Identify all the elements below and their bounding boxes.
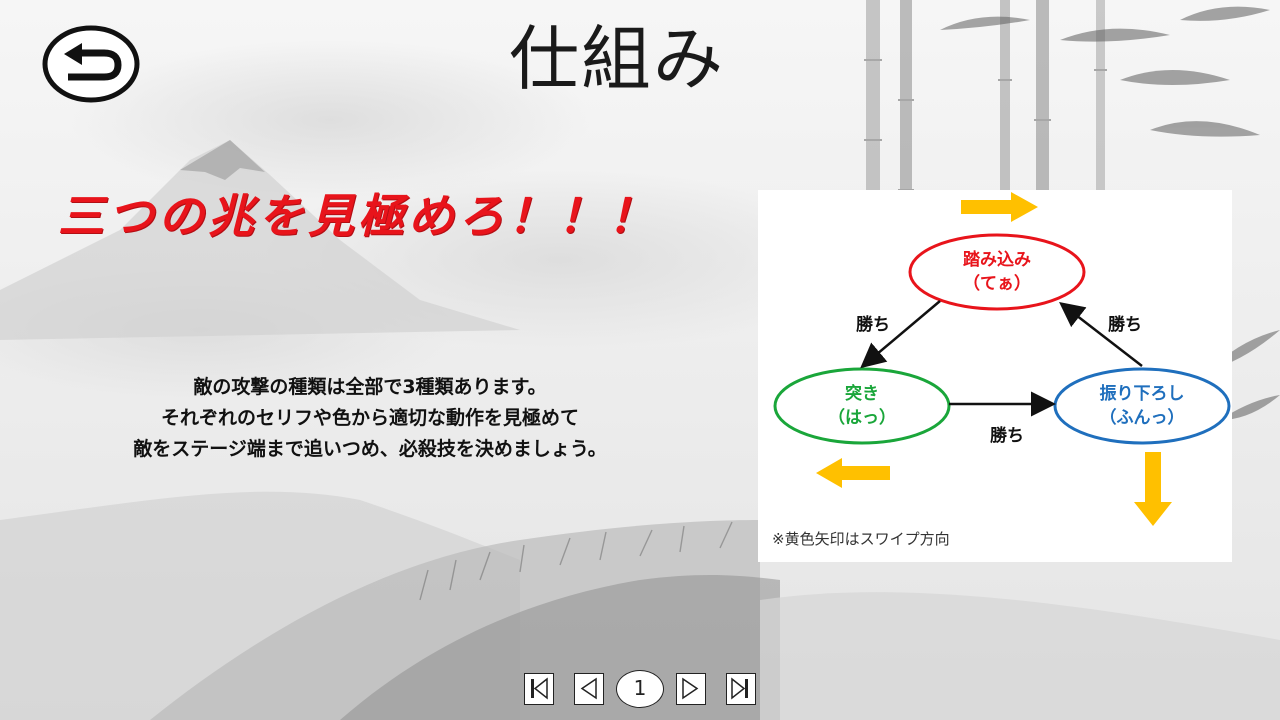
slide-navigation: 1 [522,670,762,712]
swipe-arrow-right [961,192,1038,222]
description-line: それぞれのセリフや色から適切な動作を見極めて [160,407,579,429]
next-slide-button[interactable] [676,673,706,705]
previous-slide-button[interactable] [574,673,604,705]
page-number-indicator: 1 [616,670,664,708]
swipe-arrow-down [1134,452,1172,526]
node-right-label: 振り下ろし （ふんっ） [1099,384,1185,428]
edge-label-top-left: 勝ち [856,315,890,335]
edge-label-bottom: 勝ち [990,426,1024,446]
last-slide-button[interactable] [726,673,756,705]
skip-last-icon [731,677,748,700]
first-slide-button[interactable] [524,673,554,705]
edge-label-top-right: 勝ち [1108,315,1142,335]
previous-icon [580,677,597,700]
description-line: 敵をステージ端まで追いつめ、必殺技を決めましょう。 [133,438,607,460]
description-line: 敵の攻撃の種類は全部で3種類あります。 [193,376,547,398]
node-top-label: 踏み込み （てぁ） [963,250,1031,294]
rock-paper-scissors-diagram: 踏み込み （てぁ） 突き （はっ） 振り下ろし （ふんっ） 勝ち 勝ち 勝ち ※… [758,190,1232,562]
diagram-caption: ※黄色矢印はスワイプ方向 [772,530,950,548]
diagram-graphics [773,192,1231,526]
page-title: 仕組み [509,18,725,100]
description: 敵の攻撃の種類は全部で3種類あります。 それぞれのセリフや色から適切な動作を見極… [80,372,660,465]
node-left-label: 突き （はっ） [828,384,896,428]
headline: 三つの兆を見極めろ！！！ [58,189,658,243]
skip-first-icon [531,677,548,700]
swipe-arrow-left [816,458,890,488]
next-icon [682,677,699,700]
